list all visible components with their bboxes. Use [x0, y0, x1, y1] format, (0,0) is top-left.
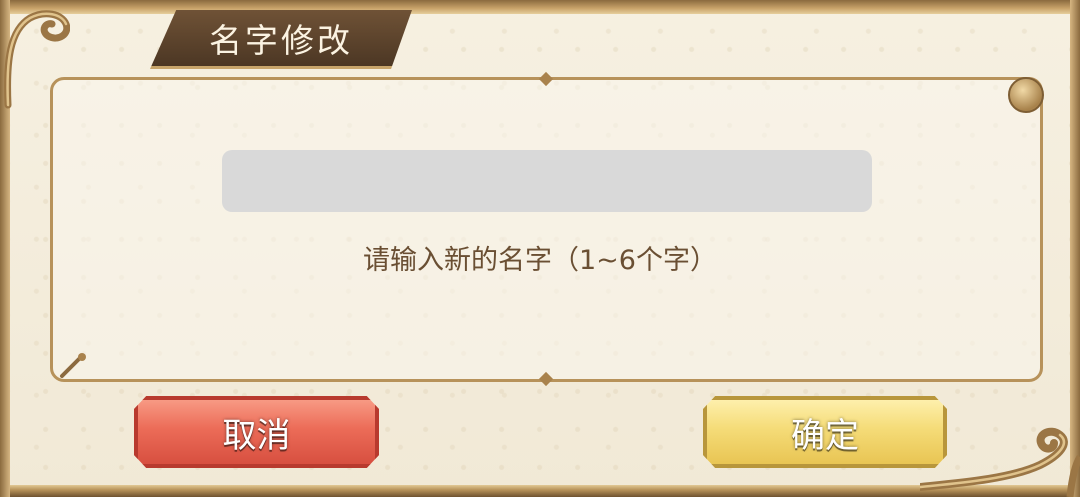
content-frame: [50, 77, 1043, 382]
dialog-title: 名字修改: [209, 21, 353, 60]
confirm-button[interactable]: 确定: [703, 396, 947, 468]
rename-dialog: 名字修改 请输入新的名字（1~6个字） 取消 确定: [0, 0, 1080, 497]
name-hint: 请输入新的名字（1~6个字）: [363, 245, 717, 276]
name-input[interactable]: [222, 150, 872, 212]
frame-bottom-edge: [0, 485, 1080, 497]
cancel-button[interactable]: 取消: [134, 396, 379, 468]
quill-pen-icon: [60, 353, 86, 378]
corner-knob-icon: [1008, 77, 1044, 113]
